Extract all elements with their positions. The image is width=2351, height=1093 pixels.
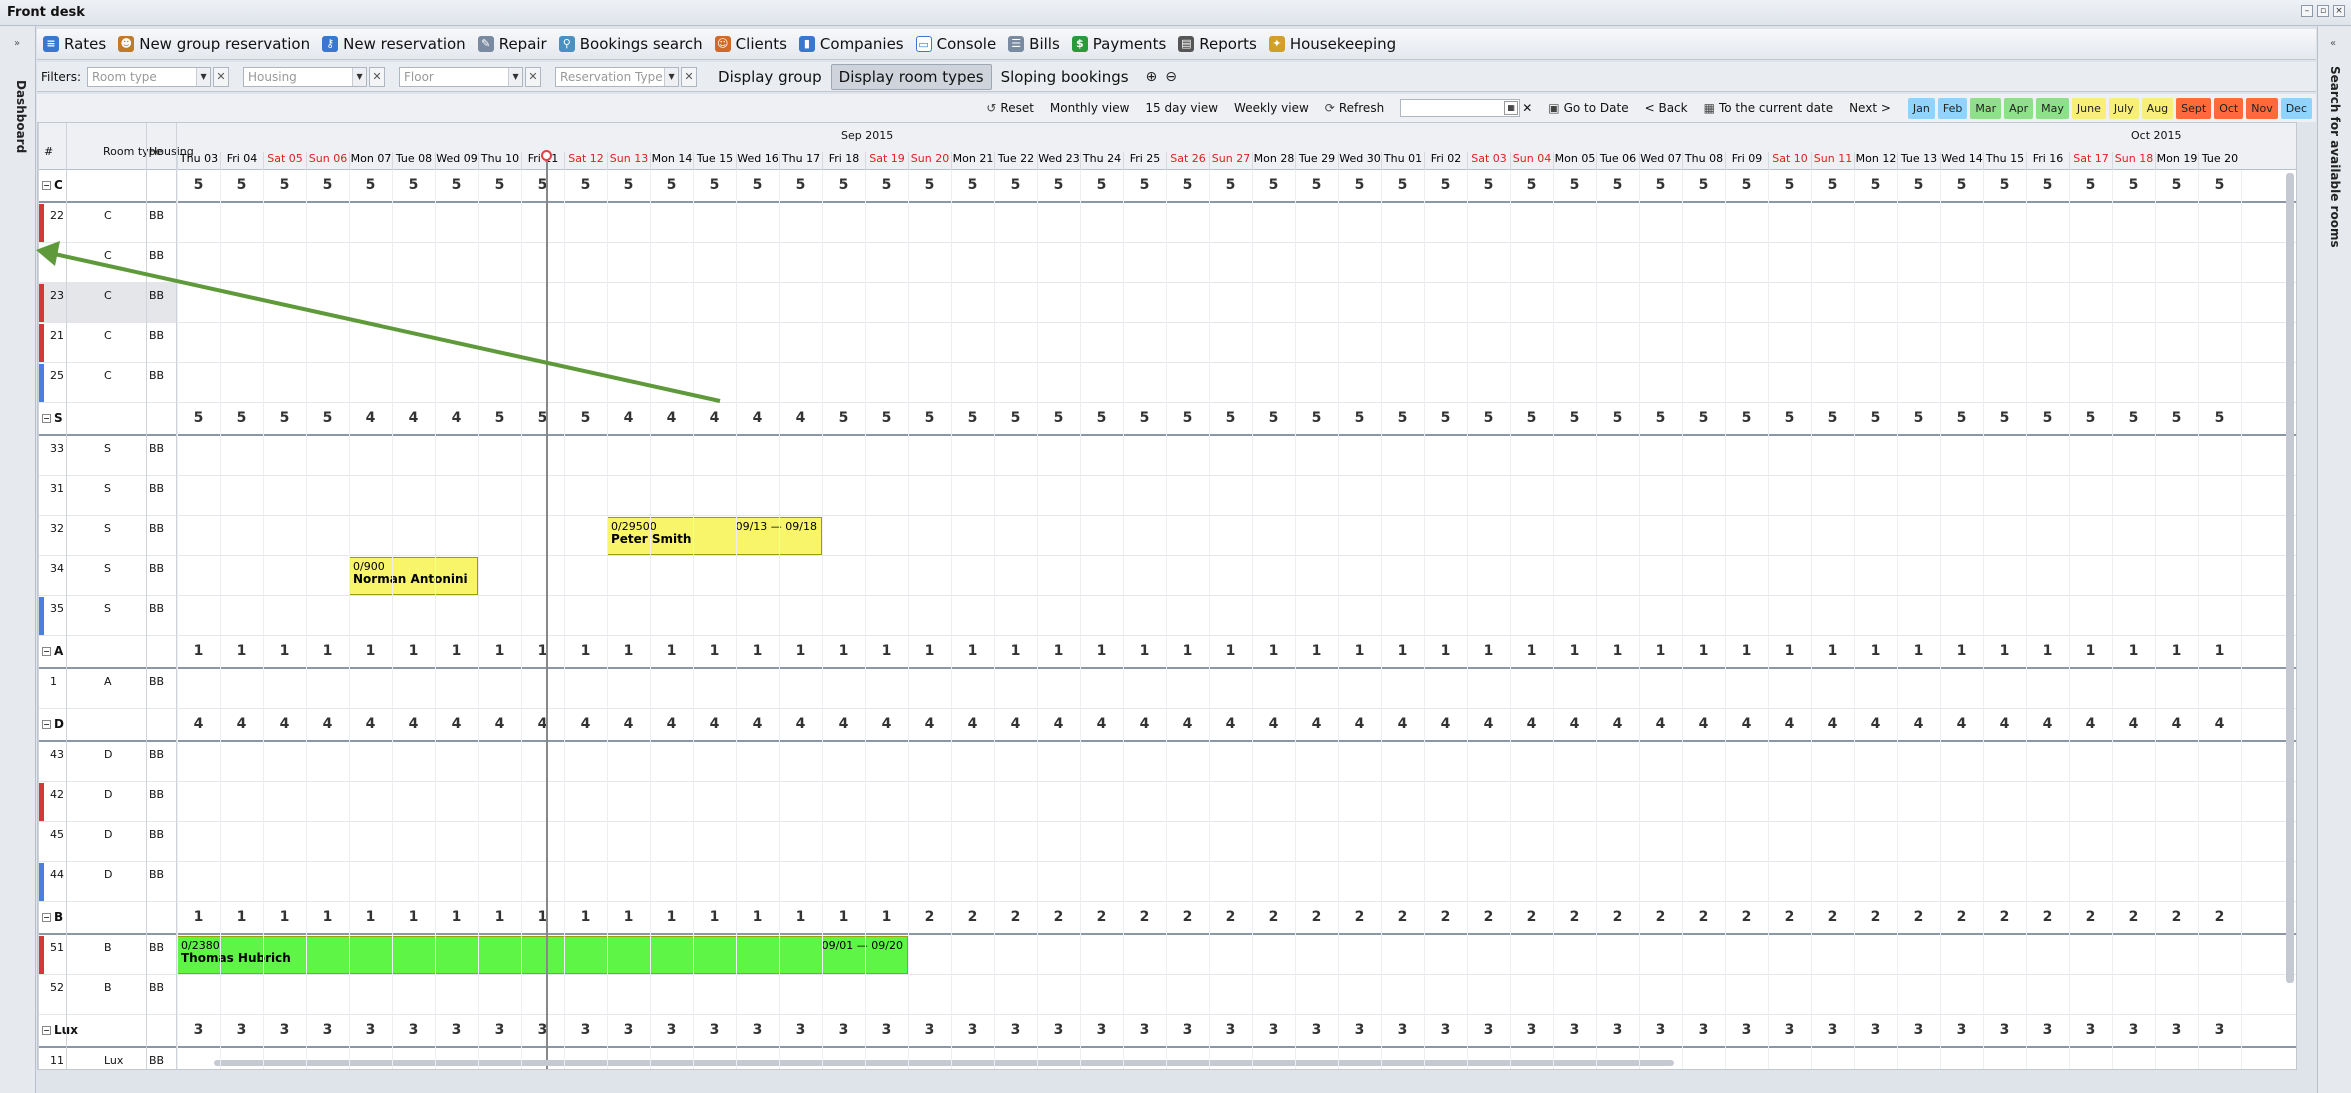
annotation-arrow: [36, 241, 721, 403]
